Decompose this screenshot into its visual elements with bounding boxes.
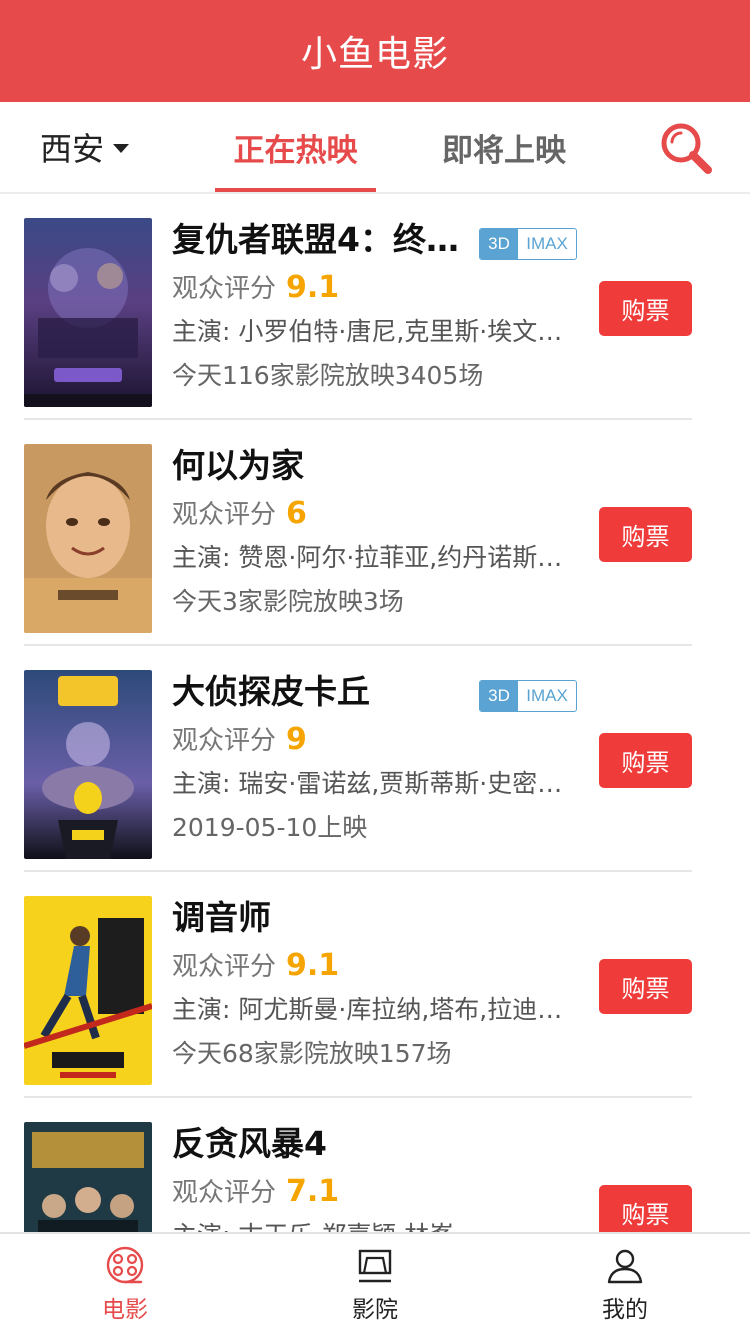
tab-coming-soon[interactable]: 即将上映	[424, 102, 584, 192]
buy-ticket-button[interactable]: 购票	[599, 507, 692, 562]
rating-score: 6	[286, 496, 307, 531]
badge-3d: 3D	[480, 229, 518, 259]
top-nav: 西安 正在热映 即将上映	[0, 102, 750, 194]
rating-score: 9.1	[286, 948, 340, 983]
city-selector[interactable]: 西安	[40, 102, 130, 192]
movie-poster[interactable]	[24, 896, 152, 1085]
rating: 观众评分 9.1	[172, 946, 339, 987]
buy-ticket-button[interactable]: 购票	[599, 281, 692, 336]
rating: 观众评分 6	[172, 494, 307, 535]
caret-down-icon	[113, 144, 130, 153]
rating-label: 观众评分	[172, 952, 277, 982]
actors-text: 主演: 小罗伯特·唐尼,克里斯·埃文斯,马克·鲁法洛	[172, 317, 568, 346]
user-icon	[607, 1249, 643, 1284]
tab-now-showing[interactable]: 正在热映	[215, 102, 376, 192]
search-button[interactable]	[658, 120, 714, 176]
movie-list[interactable]: 复仇者联盟4：终局之战 3D IMAX 观众评分 9.1 主演: 小罗伯特·唐尼,…	[0, 194, 750, 1232]
bottom-tab-bar: 电影 影院 我的	[0, 1232, 750, 1336]
actors-text: 主演: 阿尤斯曼·库拉纳,塔布,拉迪卡·艾普特	[172, 995, 568, 1024]
tabbar-label: 我的	[602, 1297, 648, 1323]
list-item[interactable]: 调音师 观众评分 9.1 主演: 阿尤斯曼·库拉纳,塔布,拉迪卡·艾普特 今天68…	[0, 872, 750, 1098]
show-info: 今天68家影院放映157场	[172, 1039, 452, 1068]
search-icon	[661, 123, 712, 174]
badge-3d: 3D	[480, 681, 518, 711]
tabbar-item-movies[interactable]: 电影	[0, 1234, 250, 1336]
tabbar-label: 电影	[102, 1297, 148, 1323]
rating-label: 观众评分	[172, 1178, 277, 1208]
cinema-screen-icon	[358, 1249, 392, 1283]
list-item[interactable]: 何以为家 观众评分 6 主演: 赞恩·阿尔·拉菲亚,约丹诺斯·希费罗 今天3家影院…	[0, 420, 750, 646]
list-item[interactable]: 反贪风暴4 观众评分 7.1 主演: 古天乐,郑嘉颖,林峯 购票	[0, 1098, 750, 1232]
list-item[interactable]: 复仇者联盟4：终局之战 3D IMAX 观众评分 9.1 主演: 小罗伯特·唐尼,…	[0, 194, 750, 420]
show-info: 今天3家影院放映3场	[172, 587, 404, 616]
movie-poster[interactable]	[24, 1122, 152, 1232]
movie-title: 调音师	[172, 898, 271, 937]
show-info: 2019-05-10上映	[172, 813, 368, 842]
city-label: 西安	[40, 130, 105, 168]
tab-label: 正在热映	[233, 132, 358, 169]
badge-imax: IMAX	[526, 686, 568, 705]
movie-title: 何以为家	[172, 446, 304, 485]
film-reel-icon	[106, 1246, 144, 1284]
movie-title: 复仇者联盟4：终局之战	[172, 220, 468, 259]
rating: 观众评分 7.1	[172, 1172, 339, 1213]
rating: 观众评分 9.1	[172, 268, 339, 309]
app-header: 小鱼电影	[0, 0, 750, 102]
rating-score: 9	[286, 722, 307, 757]
format-badge: 3D IMAX	[479, 680, 577, 712]
actors-text: 主演: 赞恩·阿尔·拉菲亚,约丹诺斯·希费罗	[172, 543, 568, 572]
list-item[interactable]: 大侦探皮卡丘 3D IMAX 观众评分 9 主演: 瑞安·雷诺兹,贾斯蒂斯·史密斯…	[0, 646, 750, 872]
tabbar-item-profile[interactable]: 我的	[500, 1234, 750, 1336]
actors-text: 主演: 瑞安·雷诺兹,贾斯蒂斯·史密斯,凯瑟琳·纽顿	[172, 769, 568, 798]
rating-score: 9.1	[286, 270, 340, 305]
buy-ticket-button[interactable]: 购票	[599, 959, 692, 1014]
movie-title: 大侦探皮卡丘	[172, 672, 370, 711]
movie-poster[interactable]	[24, 218, 152, 407]
app-title: 小鱼电影	[300, 34, 449, 75]
movie-poster[interactable]	[24, 444, 152, 633]
actors-text: 主演: 古天乐,郑嘉颖,林峯	[172, 1218, 568, 1232]
buy-ticket-button[interactable]: 购票	[599, 733, 692, 788]
rating-score: 7.1	[286, 1174, 340, 1209]
rating-label: 观众评分	[172, 726, 277, 756]
rating-label: 观众评分	[172, 500, 277, 530]
rating-label: 观众评分	[172, 274, 277, 304]
tabbar-item-cinemas[interactable]: 影院	[250, 1234, 500, 1336]
format-badge: 3D IMAX	[479, 228, 577, 260]
badge-imax: IMAX	[526, 234, 568, 253]
show-info: 今天116家影院放映3405场	[172, 361, 484, 390]
rating: 观众评分 9	[172, 720, 307, 761]
buy-ticket-button[interactable]: 购票	[599, 1185, 692, 1232]
movie-title: 反贪风暴4	[172, 1124, 327, 1163]
movie-poster[interactable]	[24, 670, 152, 859]
tabbar-label: 影院	[352, 1297, 398, 1323]
tab-label: 即将上映	[442, 132, 566, 169]
